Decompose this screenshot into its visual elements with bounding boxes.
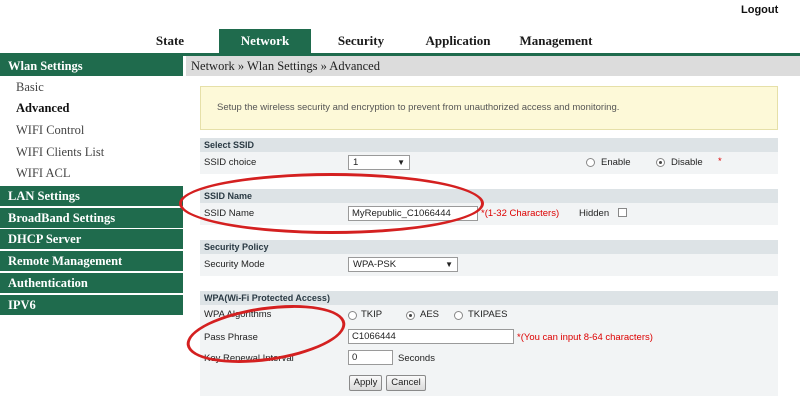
tab-network[interactable]: Network xyxy=(219,29,311,53)
sidebar-section-broadband-settings[interactable]: BroadBand Settings xyxy=(0,208,183,228)
section-title-security-policy: Security Policy xyxy=(200,240,778,254)
enable-label: Enable xyxy=(601,157,631,168)
row-ssid-name: SSID Name MyRepublic_C1066444 *(1-32 Cha… xyxy=(200,203,778,225)
sidebar-section-ipv6[interactable]: IPV6 xyxy=(0,295,183,315)
aes-label: AES xyxy=(420,309,440,320)
hidden-label: Hidden xyxy=(579,208,610,219)
section-title-wpa: WPA(Wi-Fi Protected Access) xyxy=(200,291,778,305)
cancel-button[interactable]: Cancel xyxy=(386,375,426,391)
chevron-down-icon: ▼ xyxy=(397,158,405,167)
sidebar-section-remote-management[interactable]: Remote Management xyxy=(0,251,183,271)
ssid-name-label: SSID Name xyxy=(204,208,255,219)
required-mark: * xyxy=(718,156,722,167)
ssid-choice-select[interactable]: 1 ▼ xyxy=(348,155,410,170)
pass-phrase-input[interactable]: C1066444 xyxy=(348,329,514,344)
chevron-down-icon: ▼ xyxy=(445,260,453,269)
security-mode-select[interactable]: WPA-PSK ▼ xyxy=(348,257,458,272)
ssid-choice-value: 1 xyxy=(353,157,359,168)
ssid-name-hint: *(1-32 Characters) xyxy=(481,208,560,219)
breadcrumb: Network » Wlan Settings » Advanced xyxy=(186,56,800,76)
wpa-panel: WPA Algorithms TKIP AES TKIPAES Pass Phr… xyxy=(200,305,778,396)
sidebar-item-wifi-acl[interactable]: WIFI ACL xyxy=(16,166,71,181)
security-mode-label: Security Mode xyxy=(204,259,265,270)
info-notice: Setup the wireless security and encrypti… xyxy=(200,86,778,130)
disable-radio[interactable] xyxy=(656,158,665,167)
sidebar-item-basic[interactable]: Basic xyxy=(16,80,44,95)
sidebar-section-authentication[interactable]: Authentication xyxy=(0,273,183,293)
disable-label: Disable xyxy=(671,157,703,168)
pass-phrase-label: Pass Phrase xyxy=(204,332,258,343)
tab-state[interactable]: State xyxy=(150,29,190,53)
tkip-label: TKIP xyxy=(361,309,383,320)
aes-radio[interactable] xyxy=(406,311,415,320)
key-renewal-unit: Seconds xyxy=(398,353,435,364)
sidebar-section-wlan-settings[interactable]: Wlan Settings xyxy=(0,56,183,76)
sidebar-item-wifi-clients-list[interactable]: WIFI Clients List xyxy=(16,145,104,160)
section-title-ssid-name: SSID Name xyxy=(200,189,778,203)
key-renewal-input[interactable]: 0 xyxy=(348,350,393,365)
security-mode-value: WPA-PSK xyxy=(353,259,397,270)
sidebar-item-wifi-control[interactable]: WIFI Control xyxy=(16,123,84,138)
hidden-checkbox[interactable] xyxy=(618,208,627,217)
tkipaes-label: TKIPAES xyxy=(468,309,508,320)
row-ssid-choice: SSID choice 1 ▼ Enable Disable * xyxy=(200,152,778,174)
tkip-radio[interactable] xyxy=(348,311,357,320)
row-security-mode: Security Mode WPA-PSK ▼ xyxy=(200,254,778,276)
sidebar-section-dhcp-server[interactable]: DHCP Server xyxy=(0,229,183,249)
wpa-algorithms-label: WPA Algorithms xyxy=(204,309,272,320)
enable-radio[interactable] xyxy=(586,158,595,167)
section-title-select-ssid: Select SSID xyxy=(200,138,778,152)
ssid-name-input[interactable]: MyRepublic_C1066444 xyxy=(348,206,478,221)
logout-link[interactable]: Logout xyxy=(741,4,778,16)
tab-management[interactable]: Management xyxy=(512,29,600,53)
ssid-choice-label: SSID choice xyxy=(204,157,257,168)
tkipaes-radio[interactable] xyxy=(454,311,463,320)
sidebar-item-advanced[interactable]: Advanced xyxy=(16,101,69,116)
apply-button[interactable]: Apply xyxy=(349,375,382,391)
key-renewal-label: Key Renewal Interval xyxy=(204,353,294,364)
pass-phrase-hint: *(You can input 8-64 characters) xyxy=(517,332,653,343)
sidebar-section-lan-settings[interactable]: LAN Settings xyxy=(0,186,183,206)
tab-application[interactable]: Application xyxy=(418,29,498,53)
tab-security[interactable]: Security xyxy=(330,29,392,53)
